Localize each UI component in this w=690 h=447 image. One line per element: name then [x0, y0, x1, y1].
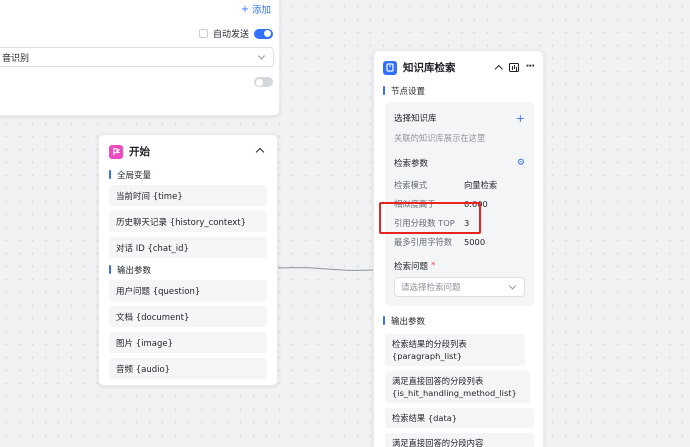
- add-button[interactable]: + 添加: [241, 2, 271, 17]
- question-label: 检索问题: [394, 262, 429, 272]
- collapse-chevron-icon[interactable]: [494, 64, 503, 73]
- feature-toggle[interactable]: [254, 77, 273, 87]
- previous-node-card: + 添加 自动发送 音识别: [0, 0, 280, 116]
- output-row[interactable]: 文档 {document}: [109, 306, 267, 327]
- kb-node-tools: ···: [494, 62, 535, 73]
- question-placeholder: 请选择检索问题: [401, 283, 461, 293]
- variable-row[interactable]: 当前时间 {time}: [109, 185, 267, 206]
- output-row[interactable]: 图片 {image}: [109, 332, 267, 353]
- start-node[interactable]: 开始 全局变量 当前时间 {time} 历史聊天记录 {history_cont…: [98, 134, 278, 386]
- param-row: 相似度高于 0.600: [394, 198, 488, 209]
- output-row[interactable]: 检索结果的分段列表 {paragraph_list}: [385, 334, 525, 366]
- start-node-header: 开始: [109, 135, 267, 168]
- auto-send-checkbox[interactable]: [198, 29, 208, 38]
- collapse-chevron-icon[interactable]: [255, 147, 265, 157]
- gear-icon[interactable]: ⚙: [517, 158, 525, 168]
- output-row[interactable]: 音频 {audio}: [109, 358, 267, 379]
- output-row[interactable]: 满足直接回答的分段列表 {is_hit_handling_method_list…: [385, 371, 530, 403]
- param-row: 最多引用字符数 5000: [394, 236, 486, 247]
- variable-row[interactable]: 历史聊天记录 {history_context}: [109, 211, 267, 232]
- flag-icon: [112, 147, 120, 156]
- chart-icon[interactable]: [508, 62, 519, 72]
- add-kb-plus-icon[interactable]: +: [516, 113, 525, 124]
- global-variables-label: 全局变量: [109, 168, 267, 181]
- start-node-icon: [109, 144, 123, 159]
- node-settings-panel: 选择知识库 + 关联的知识库展示在这里 检索参数 ⚙ 检索模式 向量检索 相似度高…: [385, 102, 534, 306]
- chevron-down-icon: [257, 52, 266, 60]
- auto-send-row: 自动发送: [198, 27, 273, 40]
- output-row[interactable]: 满足直接回答的分段内容: [385, 433, 534, 447]
- kb-node-header: 知识库检索 ···: [383, 51, 535, 84]
- output-row[interactable]: 检索结果 {data}: [385, 408, 534, 428]
- auto-send-label: 自动发送: [212, 30, 249, 40]
- add-label: 添加: [251, 5, 271, 16]
- param-row: 检索模式 向量检索: [394, 179, 498, 190]
- auto-send-toggle[interactable]: [254, 28, 273, 39]
- knowledge-search-node[interactable]: 知识库检索 ··· 节点设置 选择知识库 + 关联的知识库展示在这里 检索参数 …: [373, 50, 544, 447]
- search-params-label: 检索参数: [394, 159, 429, 169]
- required-mark: *: [431, 261, 436, 271]
- output-row[interactable]: 用户问题 {question}: [109, 280, 267, 301]
- start-node-title: 开始: [129, 146, 150, 158]
- plus-icon: +: [241, 3, 249, 15]
- kb-node-icon: [383, 60, 397, 75]
- kb-node-title: 知识库检索: [403, 62, 456, 74]
- output-params-label: 输出参数: [109, 263, 267, 276]
- chevron-down-icon: [508, 282, 517, 290]
- book-icon: [386, 63, 394, 72]
- output-params-label: 输出参数: [383, 314, 534, 327]
- more-icon[interactable]: ···: [526, 62, 535, 72]
- select-kb-label: 选择知识库: [394, 114, 437, 124]
- variable-row[interactable]: 对话 ID {chat_id}: [109, 237, 267, 258]
- select-kb-hint: 关联的知识库展示在这里: [394, 132, 486, 143]
- speech-recognition-select[interactable]: 音识别: [0, 47, 274, 67]
- node-settings-label: 节点设置: [383, 84, 534, 97]
- question-select[interactable]: 请选择检索问题: [394, 277, 525, 297]
- speech-recognition-value: 音识别: [2, 53, 30, 64]
- param-row: 引用分段数 TOP 3: [394, 217, 470, 228]
